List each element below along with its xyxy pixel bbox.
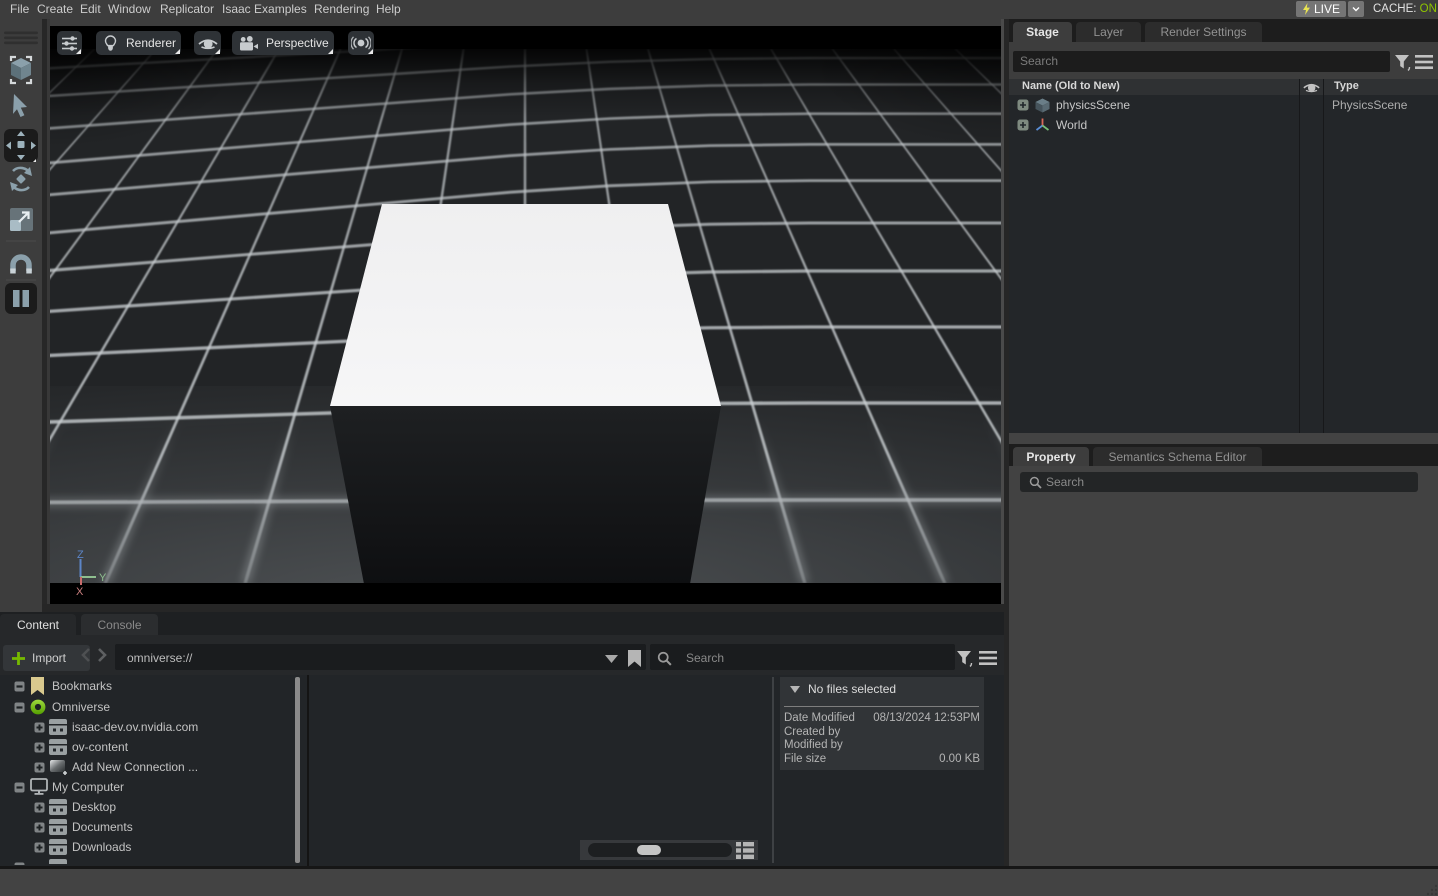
svg-text:X: X [76, 586, 84, 595]
svg-text:Y: Y [99, 572, 107, 584]
